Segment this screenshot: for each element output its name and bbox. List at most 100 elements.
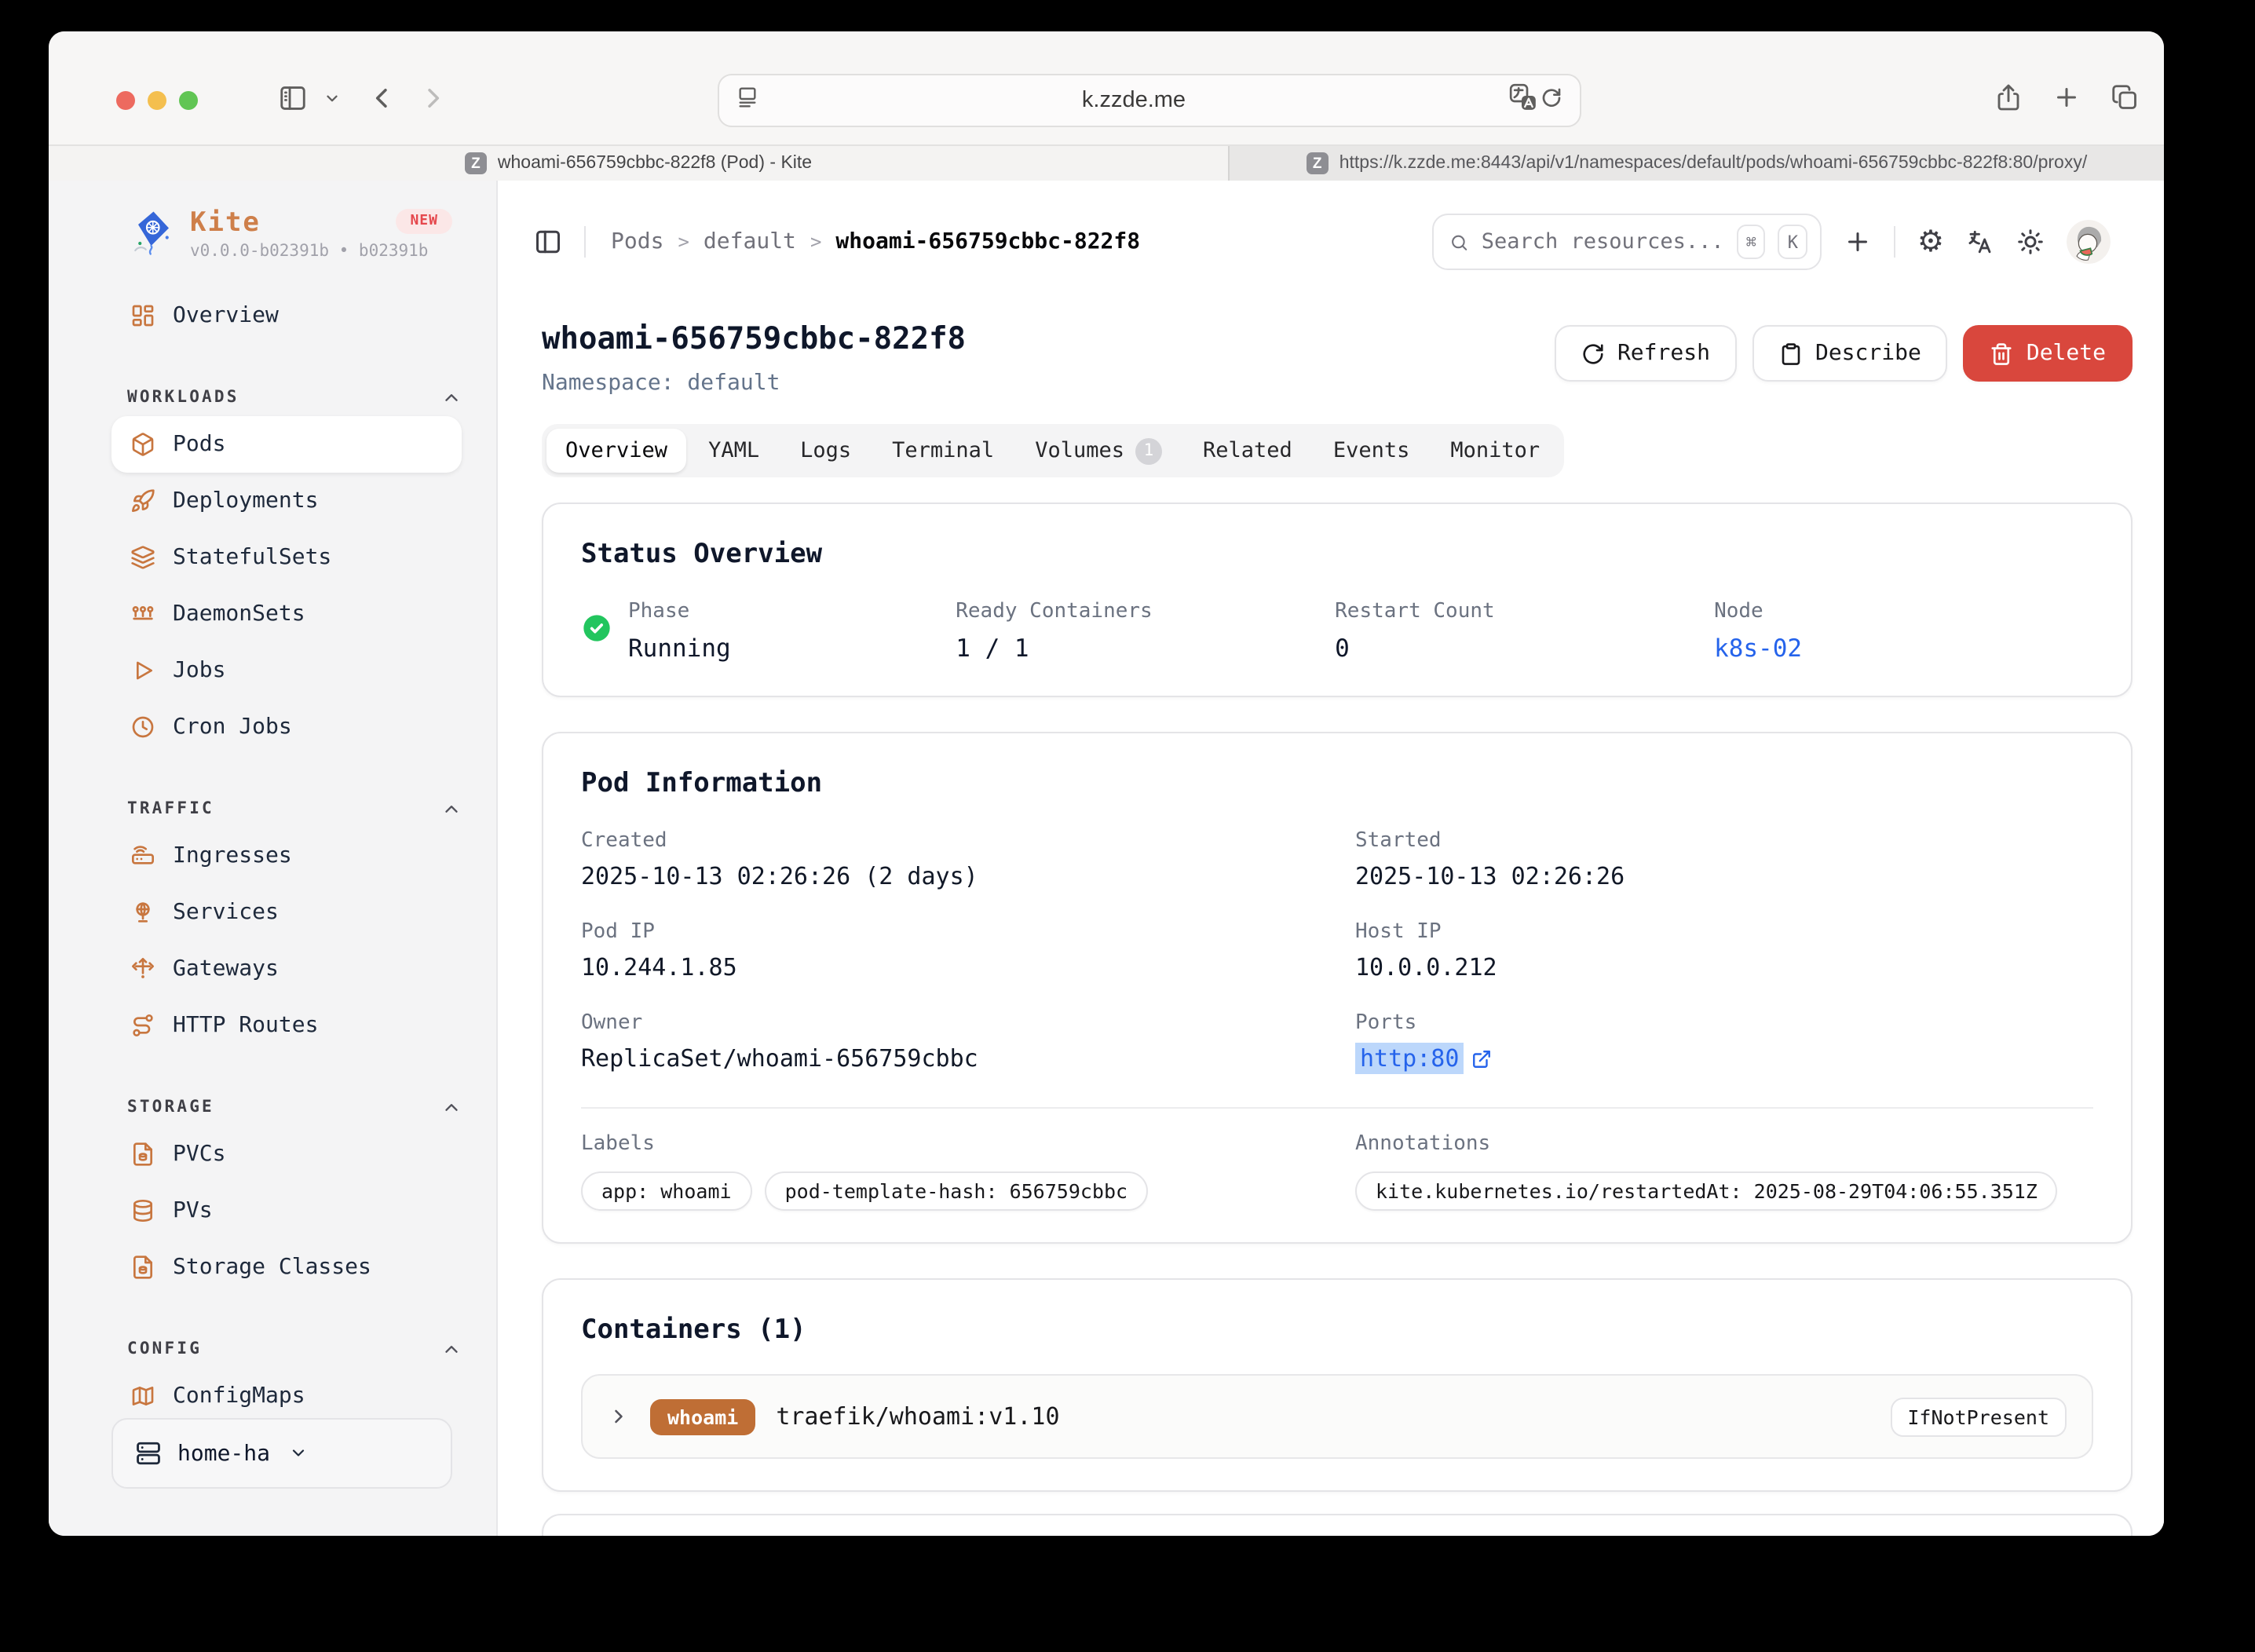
sidebar-section-config[interactable]: CONFIG	[111, 1330, 462, 1368]
sidebar-item-pvcs[interactable]: PVCs	[111, 1126, 462, 1182]
stat-ready-containers: Ready Containers 1 / 1	[956, 598, 1335, 664]
sidebar-item-storageclasses[interactable]: Storage Classes	[111, 1239, 462, 1296]
volumes-count-badge: 1	[1135, 437, 1162, 464]
breadcrumb-pods[interactable]: Pods	[611, 229, 663, 254]
sidebar-item-overview[interactable]: Overview	[111, 287, 462, 344]
panel-toggle-icon[interactable]	[534, 228, 562, 256]
reader-view-icon[interactable]	[735, 84, 760, 117]
tab-title: https://k.zzde.me:8443/api/v1/namespaces…	[1339, 154, 2088, 173]
sidebar-item-configmaps[interactable]: ConfigMaps	[111, 1368, 462, 1424]
namespace-label: Namespace: default	[542, 367, 966, 399]
tab-monitor[interactable]: Monitor	[1431, 429, 1559, 473]
breadcrumb-pod-name: whoami-656759cbbc-822f8	[835, 229, 1140, 254]
minimize-window-button[interactable]	[148, 91, 166, 110]
tab-title: whoami-656759cbbc-822f8 (Pod) - Kite	[498, 154, 812, 173]
tab-yaml[interactable]: YAML	[689, 429, 778, 473]
sidebar-item-deployments[interactable]: Deployments	[111, 473, 462, 529]
sidebar-item-services[interactable]: Services	[111, 884, 462, 941]
refresh-button[interactable]: Refresh	[1555, 325, 1737, 382]
divider	[584, 226, 586, 258]
zoom-window-button[interactable]	[179, 91, 198, 110]
traffic-lights	[116, 91, 198, 110]
breadcrumb-namespace[interactable]: default	[704, 229, 796, 254]
layers-icon	[130, 545, 155, 570]
sidebar-section-traffic[interactable]: TRAFFIC	[111, 790, 462, 828]
browser-toolbar: k.zzde.me	[49, 31, 2164, 144]
tab-events[interactable]: Events	[1314, 429, 1429, 473]
sidebar-item-ingresses[interactable]: Ingresses	[111, 828, 462, 884]
router-icon	[130, 843, 155, 868]
delete-button[interactable]: Delete	[1964, 325, 2133, 382]
app-logo[interactable]: Kite v0.0.0-b02391b • b02391b NEW	[133, 199, 462, 269]
status-overview-card: Status Overview Phase Running Ready Cont…	[542, 503, 2133, 697]
cluster-selector[interactable]: home-ha	[111, 1418, 452, 1489]
settings-gear-icon[interactable]: ⚙	[1917, 227, 1944, 257]
port-link[interactable]: http:80	[1355, 1043, 1464, 1074]
user-avatar[interactable]	[2067, 220, 2111, 264]
database-icon	[130, 1198, 155, 1223]
conditions-card: Conditions	[542, 1514, 2133, 1536]
forward-button[interactable]	[418, 83, 448, 113]
app-header: Pods > default > whoami-656759cbbc-822f8…	[498, 181, 2164, 303]
app-name: Kite	[190, 207, 261, 239]
tab-overview-icon[interactable]	[2111, 83, 2139, 111]
search-input[interactable]: Search resources... ⌘ K	[1432, 214, 1822, 270]
chevron-up-icon	[441, 1339, 462, 1359]
browser-tab-inactive[interactable]: Z https://k.zzde.me:8443/api/v1/namespac…	[1228, 146, 2164, 181]
tab-volumes[interactable]: Volumes1	[1016, 429, 1181, 473]
create-resource-icon[interactable]	[1844, 228, 1872, 256]
field-ports: Ports http:80	[1355, 1010, 2093, 1079]
container-name-badge: whoami	[650, 1398, 755, 1435]
new-tab-icon[interactable]	[2052, 83, 2081, 111]
tab-related[interactable]: Related	[1184, 429, 1311, 473]
status-check-icon	[581, 612, 612, 650]
describe-button[interactable]: Describe	[1752, 325, 1948, 382]
sidebar-item-pvs[interactable]: PVs	[111, 1182, 462, 1239]
tab-logs[interactable]: Logs	[781, 429, 870, 473]
sidebar-chevron-down-icon[interactable]	[323, 90, 341, 107]
container-row[interactable]: whoami traefik/whoami:v1.10 IfNotPresent	[581, 1374, 2093, 1459]
k-key-badge: K	[1778, 225, 1807, 259]
cluster-name: home-ha	[177, 1441, 270, 1466]
sidebar-item-gateways[interactable]: Gateways	[111, 941, 462, 997]
translate-page-icon[interactable]	[1508, 81, 1539, 120]
tab-terminal[interactable]: Terminal	[873, 429, 1013, 473]
sidebar-item-jobs[interactable]: Jobs	[111, 642, 462, 699]
sidebar-item-cronjobs[interactable]: Cron Jobs	[111, 699, 462, 755]
theme-sun-icon[interactable]	[2016, 228, 2045, 256]
annotation-pill: kite.kubernetes.io/restartedAt: 2025-08-…	[1355, 1171, 2058, 1211]
sidebar-section-storage[interactable]: STORAGE	[111, 1088, 462, 1126]
share-icon[interactable]	[1994, 83, 2023, 111]
stat-node: Node k8s-02	[1714, 598, 2093, 664]
browser-sidebar-toggle-icon[interactable]	[278, 83, 308, 113]
back-button[interactable]	[367, 83, 397, 113]
node-link[interactable]: k8s-02	[1714, 633, 2093, 664]
tab-overview[interactable]: Overview	[546, 429, 686, 473]
sidebar-item-httproutes[interactable]: HTTP Routes	[111, 997, 462, 1054]
owner-link[interactable]: ReplicaSet/whoami-656759cbbc	[581, 1043, 1355, 1076]
sidebar-item-pods[interactable]: Pods	[111, 416, 462, 473]
chevron-down-icon	[289, 1438, 308, 1468]
address-bar[interactable]: k.zzde.me	[718, 74, 1581, 127]
pods-cube-icon	[130, 432, 155, 457]
sidebar-item-statefulsets[interactable]: StatefulSets	[111, 529, 462, 586]
browser-tab-active[interactable]: Z whoami-656759cbbc-822f8 (Pod) - Kite	[49, 146, 1228, 181]
field-created: Created 2025-10-13 02:26:26 (2 days)	[581, 828, 1355, 894]
pod-detail-page: whoami-656759cbbc-822f8 Namespace: defau…	[498, 319, 2164, 1536]
reload-icon[interactable]	[1539, 84, 1564, 117]
close-window-button[interactable]	[116, 91, 135, 110]
sidebar-item-daemonsets[interactable]: DaemonSets	[111, 586, 462, 642]
kite-app: Kite v0.0.0-b02391b • b02391b NEW Overvi…	[49, 181, 2164, 1536]
divider	[1894, 226, 1895, 258]
kite-logo-icon	[133, 209, 171, 259]
rocket-icon	[130, 488, 155, 514]
cmd-key-badge: ⌘	[1737, 225, 1766, 259]
label-pill: pod-template-hash: 656759cbbc	[765, 1171, 1149, 1211]
chevron-right-icon: >	[678, 231, 689, 253]
tab-favicon: Z	[465, 152, 487, 174]
divider	[581, 1107, 2093, 1109]
file-volume-icon	[130, 1255, 155, 1280]
sidebar-section-workloads[interactable]: WORKLOADS	[111, 378, 462, 416]
chevron-up-icon	[441, 387, 462, 408]
language-icon[interactable]	[1966, 228, 1994, 256]
